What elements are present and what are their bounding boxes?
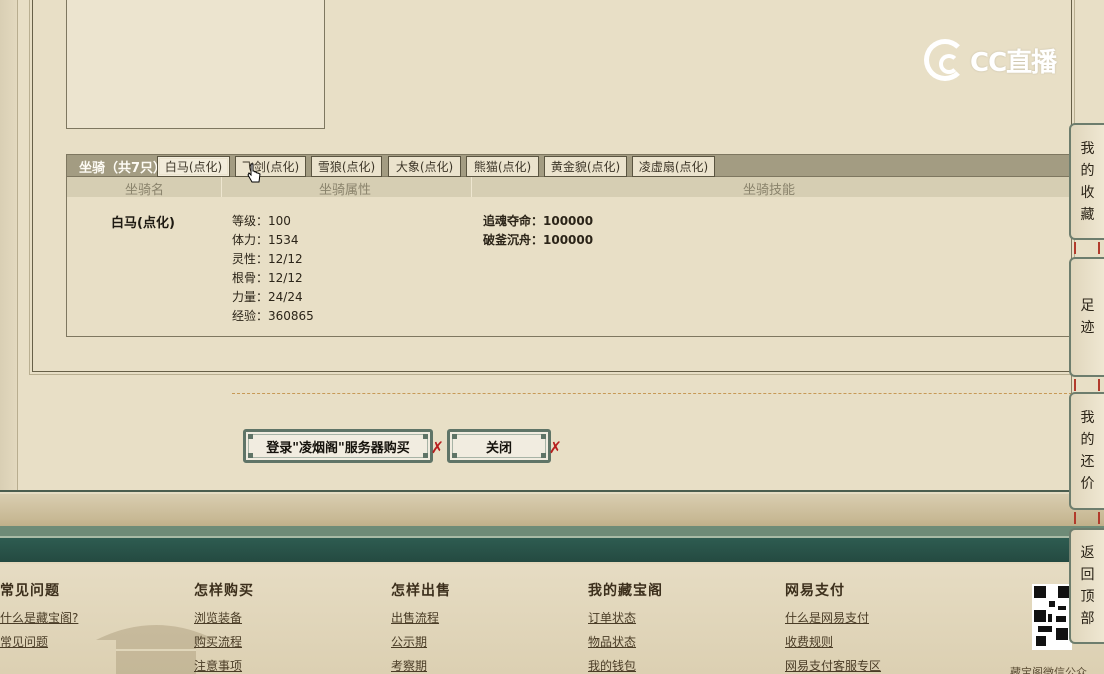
- footer-green-bar: [0, 526, 1104, 536]
- footer-col-faq: 常见问题 什么是藏宝阁? 常见问题: [0, 580, 78, 657]
- mount-section: 坐骑（共7只） 白马(点化) 飞剑(点化) 雪狼(点化) 大象(点化) 熊猫(点…: [66, 154, 1072, 337]
- mount-skill-1: 破釜沉舟：100000: [483, 233, 594, 247]
- mount-table-header: 坐骑名 坐骑属性 坐骑技能: [67, 177, 1071, 198]
- item-detail-panel: CC直播 坐骑（共7只） 白马(点化) 飞剑(点化) 雪狼(点化) 大象(点化)…: [0, 0, 1104, 492]
- qr-block: [1056, 628, 1068, 640]
- footer-col-title: 常见问题: [0, 583, 60, 599]
- mount-skill-0: 追魂夺命：100000: [483, 214, 594, 228]
- col-mount-skills: 坐骑技能: [743, 183, 796, 198]
- side-tab-label: 返回顶部: [1080, 545, 1095, 627]
- tab-mount-0[interactable]: 白马(点化): [157, 156, 230, 177]
- footer-col-title: 怎样出售: [391, 583, 451, 599]
- corner-ornament: [423, 453, 428, 458]
- tab-mount-5[interactable]: 黄金貌(点化): [544, 156, 627, 177]
- footer-col-how-to-sell: 怎样出售 出售流程 公示期 考察期: [391, 580, 451, 674]
- footer-col-title: 我的藏宝阁: [588, 583, 663, 599]
- footer-col-how-to-buy: 怎样购买 浏览装备 购买流程 注意事项: [194, 580, 254, 674]
- side-tab-connector: [1074, 512, 1100, 524]
- tab-mount-4[interactable]: 熊猫(点化): [466, 156, 539, 177]
- qr-block: [1038, 626, 1052, 632]
- login-server-buy-label: 登录"凌烟阁"服务器购买: [266, 440, 410, 456]
- red-knot-icon: ✗: [548, 438, 562, 457]
- cc-live-watermark: CC直播: [924, 38, 1074, 82]
- footer-link[interactable]: 常见问题: [0, 633, 78, 650]
- watermark-text: CC直播: [970, 47, 1057, 78]
- footer-link[interactable]: 购买流程: [194, 633, 254, 650]
- footer-link[interactable]: 注意事项: [194, 657, 254, 674]
- mount-attr-strength: 力量：24/24: [232, 290, 303, 304]
- footer-link[interactable]: 什么是藏宝阁?: [0, 609, 78, 626]
- footer-col-my-cbg: 我的藏宝阁 订单状态 物品状态 我的钱包: [588, 580, 663, 674]
- corner-ornament: [248, 453, 253, 458]
- tab-mount-3[interactable]: 大象(点化): [388, 156, 461, 177]
- wechat-qr-code: [1032, 584, 1072, 650]
- tab-mount-6[interactable]: 凌虚扇(点化): [632, 156, 715, 177]
- qr-block: [1058, 606, 1066, 610]
- mount-attr-constitution: 根骨：12/12: [232, 271, 303, 285]
- wechat-tip: 藏宝阁微信公众: [1010, 666, 1087, 674]
- corner-ornament: [541, 434, 546, 439]
- mount-attr-experience: 经验：360865: [232, 309, 314, 323]
- col-separator: [221, 177, 222, 197]
- qr-block: [1036, 636, 1046, 646]
- footer-link[interactable]: 浏览装备: [194, 609, 254, 626]
- corner-ornament: [423, 434, 428, 439]
- corner-ornament: [248, 434, 253, 439]
- red-knot-icon: ✗: [430, 438, 444, 457]
- qr-block: [1034, 586, 1046, 598]
- footer-link[interactable]: 网易支付客服专区: [785, 657, 881, 674]
- qr-block: [1049, 601, 1055, 607]
- side-tab-connector: [1074, 379, 1100, 391]
- side-tab-label: 我的收藏: [1080, 140, 1095, 223]
- footer-link[interactable]: 收费规则: [785, 633, 881, 650]
- side-tab-connector: [1074, 242, 1100, 254]
- col-mount-attributes: 坐骑属性: [319, 183, 372, 198]
- side-tab-back-to-top[interactable]: 返回顶部: [1069, 528, 1104, 644]
- corner-ornament: [452, 434, 457, 439]
- mount-attr-stamina: 体力：1534: [232, 233, 299, 247]
- mount-tab-strip: 坐骑（共7只） 白马(点化) 飞剑(点化) 雪狼(点化) 大象(点化) 熊猫(点…: [67, 155, 1071, 177]
- footer-col-netease-pay: 网易支付 什么是网易支付 收费规则 网易支付客服专区: [785, 580, 881, 674]
- hand-cursor-icon: [247, 163, 261, 183]
- mount-attr-level: 等级：100: [232, 214, 291, 228]
- cc-logo-icon: [924, 39, 966, 81]
- footer-link[interactable]: 物品状态: [588, 633, 663, 650]
- footer-col-title: 网易支付: [785, 583, 845, 599]
- qr-block: [1034, 610, 1046, 622]
- col-mount-name: 坐骑名: [125, 183, 165, 198]
- footer-link[interactable]: 什么是网易支付: [785, 609, 881, 626]
- mount-name: 白马(点化): [111, 216, 175, 231]
- side-tab-label: 足迹: [1080, 298, 1095, 336]
- corner-ornament: [541, 453, 546, 458]
- side-tab-history[interactable]: 足迹: [1069, 257, 1104, 377]
- side-tab-my-bargains[interactable]: 我的还价: [1069, 392, 1104, 510]
- footer-link[interactable]: 考察期: [391, 657, 451, 674]
- footer-link[interactable]: 订单状态: [588, 609, 663, 626]
- item-image-box: [66, 0, 325, 129]
- close-label: 关闭: [485, 440, 512, 456]
- side-tab-label: 我的还价: [1080, 410, 1095, 492]
- corner-ornament: [452, 453, 457, 458]
- close-button[interactable]: 关闭 ✗: [447, 429, 562, 463]
- mount-section-title: 坐骑（共7只）: [79, 161, 167, 176]
- qr-block: [1056, 616, 1066, 622]
- footer-teal-bar: [0, 536, 1104, 562]
- dashed-divider: [232, 393, 1072, 394]
- footer-col-title: 怎样购买: [194, 583, 254, 599]
- tab-mount-2[interactable]: 雪狼(点化): [311, 156, 382, 177]
- col-separator: [471, 177, 472, 197]
- qr-block: [1048, 614, 1052, 622]
- footer-link[interactable]: 出售流程: [391, 609, 451, 626]
- mount-attr-spirit: 灵性：12/12: [232, 252, 303, 266]
- footer-link[interactable]: 我的钱包: [588, 657, 663, 674]
- login-server-buy-button[interactable]: 登录"凌烟阁"服务器购买 ✗: [243, 429, 444, 463]
- footer-link[interactable]: 公示期: [391, 633, 451, 650]
- side-tab-favorites[interactable]: 我的收藏: [1069, 123, 1104, 240]
